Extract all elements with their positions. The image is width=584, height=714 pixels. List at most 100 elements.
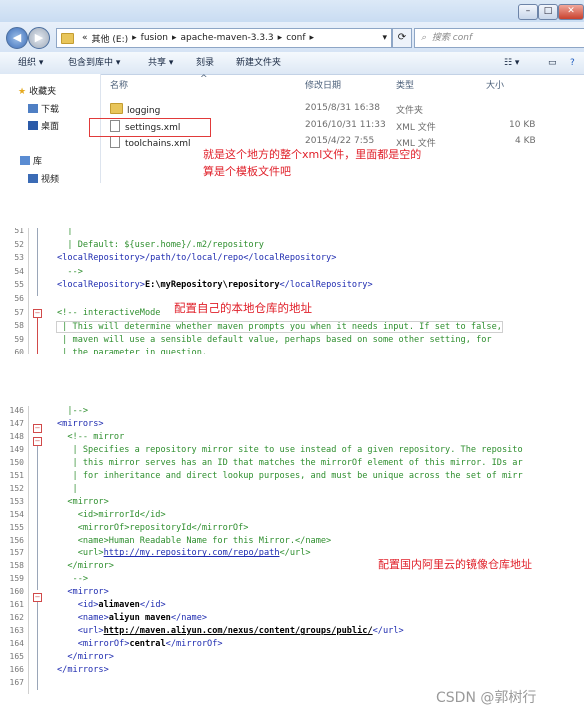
line-number: 146 (9, 406, 24, 415)
xml-tag: <id> (57, 600, 99, 611)
code-text: | (57, 483, 78, 494)
code-line: </mirrors> (57, 665, 109, 675)
sidebar-item-favorites[interactable]: ★ 收藏夹 (18, 84, 56, 97)
help-icon[interactable]: ? (570, 56, 575, 70)
annotation-text: 就是这个地方的整个xml文件，里面都是空的 (203, 148, 422, 161)
watermark: CSDN @郭树行 (436, 690, 537, 706)
line-number: 153 (9, 496, 24, 506)
code-text: <!-- interactiveMode (57, 307, 161, 318)
fold-line (37, 602, 38, 690)
share-menu[interactable]: 共享 ▾ (148, 56, 173, 70)
breadcrumb-conf[interactable]: conf (286, 33, 305, 43)
close-button[interactable]: ✕ (558, 4, 584, 20)
code-text: | This will determine whether maven prom… (57, 322, 502, 333)
sidebar-label: 库 (33, 157, 43, 167)
code-text: <name>Human Readable Name for this Mirro… (57, 535, 332, 546)
code-line: | this mirror serves has an ID that matc… (57, 458, 523, 468)
search-input[interactable]: ⌕ 搜索 conf (414, 28, 584, 48)
line-number: 164 (9, 639, 24, 649)
breadcrumb-fusion[interactable]: fusion (141, 33, 168, 43)
star-icon: ★ (18, 87, 27, 97)
sidebar-label: 收藏夹 (29, 87, 57, 97)
code-line: <id>mirrorId</id> (57, 510, 166, 520)
organize-menu[interactable]: 组织 ▾ (18, 56, 43, 70)
fold-toggle-icon[interactable]: − (33, 437, 42, 446)
burn-button[interactable]: 刻录 (196, 56, 214, 70)
line-number: 165 (9, 652, 24, 662)
annotation-text: 配置国内阿里云的镜像仓库地址 (378, 558, 532, 571)
code-text: <mirror> (57, 587, 109, 598)
xml-tag: </localRepository> (279, 280, 373, 291)
xml-tag: </url> (279, 548, 311, 559)
navigation-bar: ◀ ▶ « 其他 (E:) ▸ fusion ▸ apache-maven-3.… (0, 22, 584, 52)
breadcrumb-sep-icon: ▸ (309, 33, 315, 43)
code-line: <name>aliyun maven</name> (57, 613, 207, 623)
file-row-toolchains[interactable]: toolchains.xml (110, 136, 191, 149)
line-number: 151 (9, 470, 24, 480)
line-number: 157 (9, 548, 24, 558)
line-number: 149 (9, 444, 24, 454)
address-dropdown-icon[interactable]: ▾ (382, 33, 387, 43)
code-line: </mirror> (57, 652, 114, 662)
sidebar-item-downloads[interactable]: 下载 (28, 102, 59, 115)
code-line: <!-- mirror (57, 432, 124, 442)
fold-toggle-icon[interactable]: − (33, 424, 42, 433)
forward-button[interactable]: ▶ (28, 27, 50, 49)
xml-tag: <localRepository> (57, 280, 145, 291)
sidebar-item-libraries[interactable]: 库 (20, 154, 42, 167)
breadcrumb-back[interactable]: « (82, 33, 88, 43)
sidebar-item-videos[interactable]: 视频 (28, 172, 59, 183)
code-line: --> (57, 267, 83, 277)
include-library-menu[interactable]: 包含到库中 ▾ (68, 56, 120, 70)
view-options-icon[interactable]: ☷ ▾ (504, 56, 519, 70)
breadcrumb-sep-icon: ▸ (171, 33, 177, 43)
sidebar-label: 视频 (41, 175, 60, 183)
code-line: | This will determine whether maven prom… (56, 321, 503, 334)
search-icon: ⌕ (421, 33, 427, 43)
back-button[interactable]: ◀ (6, 27, 28, 49)
gutter-divider (28, 406, 29, 694)
address-bar[interactable]: « 其他 (E:) ▸ fusion ▸ apache-maven-3.3.3 … (56, 28, 392, 48)
column-name[interactable]: 名称 (110, 78, 128, 91)
folder-icon (61, 32, 74, 44)
code-line: <name>Human Readable Name for this Mirro… (57, 535, 332, 546)
code-line: <id>alimaven</id> (57, 600, 166, 610)
code-text: </mirror> (57, 561, 114, 572)
refresh-button[interactable]: ⟳ (392, 28, 412, 48)
file-row-logging[interactable]: logging (110, 103, 160, 116)
code-text: --> (57, 266, 83, 277)
file-type: 文件夹 (396, 106, 424, 116)
sidebar-item-desktop[interactable]: 桌面 (28, 119, 59, 132)
line-number: 150 (9, 457, 24, 467)
code-line: | the parameter in question. (57, 348, 207, 354)
highlight-box (89, 118, 211, 137)
column-type[interactable]: 类型 (396, 78, 414, 91)
line-number: 160 (9, 587, 24, 597)
code-line: <url>http://my.repository.com/repo/path<… (57, 548, 311, 558)
maximize-button[interactable]: □ (538, 4, 558, 20)
fold-line (37, 228, 38, 296)
breadcrumb-drive[interactable]: 其他 (E:) (92, 32, 129, 45)
line-number: 156 (9, 535, 24, 545)
column-date[interactable]: 修改日期 (305, 78, 341, 91)
code-line: <mirror> (57, 497, 108, 507)
code-line: | maven will use a sensible default valu… (57, 334, 492, 345)
xml-value: central (129, 639, 166, 650)
code-line: <localRepository>E:\myRepository\reposit… (57, 280, 373, 290)
code-line: | Default: ${user.home}/.m2/repository (57, 240, 264, 250)
code-text: <id>mirrorId</id> (57, 509, 166, 520)
annotation-text: 配置自己的本地仓库的地址 (174, 301, 312, 315)
minimize-button[interactable]: – (518, 4, 538, 20)
fold-toggle-icon[interactable]: − (33, 309, 42, 318)
new-folder-button[interactable]: 新建文件夹 (236, 56, 281, 70)
preview-pane-icon[interactable]: ▭ (548, 56, 557, 70)
fold-toggle-icon[interactable]: − (33, 593, 42, 602)
column-size[interactable]: 大小 (486, 78, 504, 91)
xml-tag: <mirrorOf> (57, 639, 130, 650)
file-date: 2015/8/31 16:38 (305, 103, 380, 113)
code-text: | maven will use a sensible default valu… (57, 334, 492, 345)
sidebar-label: 下载 (41, 105, 60, 115)
line-number: 163 (9, 626, 24, 636)
xml-tag: </url> (372, 626, 404, 637)
breadcrumb-maven[interactable]: apache-maven-3.3.3 (180, 33, 273, 43)
